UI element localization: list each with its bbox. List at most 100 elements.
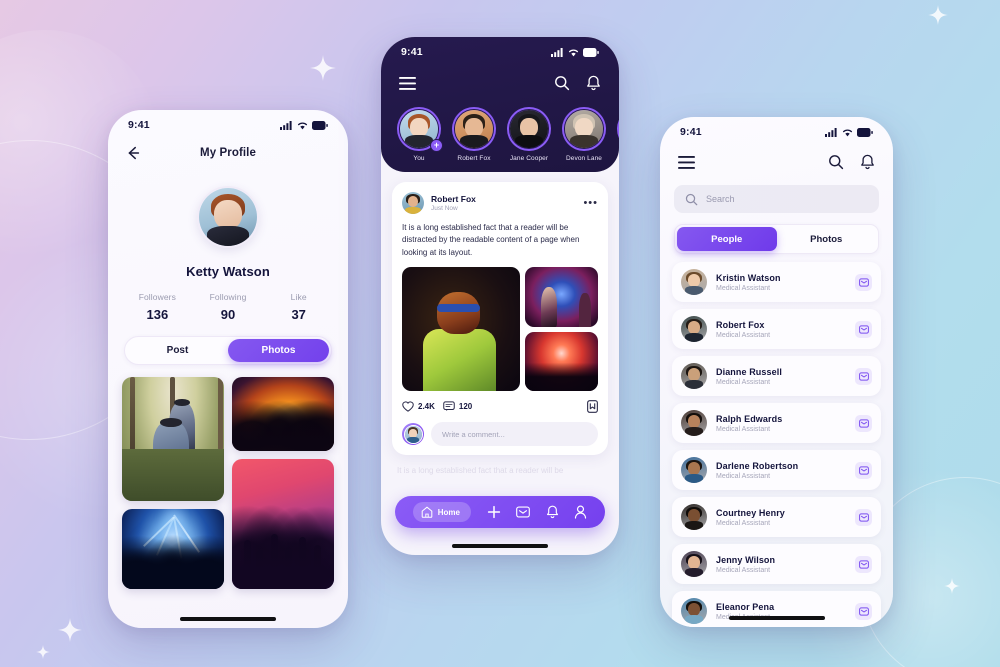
message-button[interactable] — [855, 602, 872, 620]
avatar[interactable] — [402, 192, 424, 214]
nav-item-notifications[interactable] — [546, 505, 559, 519]
feed-topbar — [381, 63, 619, 97]
sparkle-icon — [944, 578, 960, 594]
wifi-icon — [297, 122, 308, 129]
contact-name: Robert Fox — [716, 319, 765, 330]
comment-row: Write a comment... — [402, 422, 598, 447]
contact-row[interactable]: Robert Fox Medical Assistant — [672, 309, 881, 349]
contact-role: Medical Assistant — [716, 425, 771, 433]
contact-row[interactable]: Dianne Russell Medical Assistant — [672, 356, 881, 396]
feed-dark-header: 9:41 + You Robert Fox Jane Cooper Devon … — [381, 37, 619, 172]
story-avatar — [564, 109, 604, 149]
avatar — [681, 457, 707, 483]
tab-photos[interactable]: Photos — [228, 339, 329, 362]
story-name: Jane Cooper — [509, 155, 549, 162]
contact-info: Ralph Edwards Medical Assistant — [716, 414, 782, 433]
add-story-icon[interactable]: + — [430, 139, 443, 152]
like-button[interactable]: 2.4K — [402, 401, 435, 412]
nav-item-profile[interactable] — [574, 505, 587, 519]
contact-row[interactable]: Darlene Robertson Medical Assistant — [672, 450, 881, 490]
message-button[interactable] — [855, 461, 872, 479]
comment-button[interactable]: 120 — [443, 401, 472, 412]
post-image-lasers[interactable] — [525, 331, 598, 392]
sparkle-top-center — [310, 55, 336, 81]
photo-stage-blue[interactable] — [122, 509, 224, 589]
photo-forest-couple[interactable] — [122, 377, 224, 501]
search-icon[interactable] — [554, 75, 570, 91]
sparkle-top-right — [928, 5, 948, 25]
nav-item-add[interactable] — [487, 505, 501, 519]
contact-name: Dianne Russell — [716, 366, 782, 377]
contact-role: Medical Assistant — [716, 284, 771, 292]
nav-item-home[interactable]: Home — [412, 502, 471, 522]
bell-icon[interactable] — [586, 75, 601, 91]
stat-following: Following 90 — [193, 292, 264, 322]
photo-crowd-pink[interactable] — [232, 459, 334, 589]
story-item-you[interactable]: + You — [397, 107, 443, 162]
photo-concert-orange[interactable] — [232, 377, 334, 451]
search-input[interactable]: Search — [674, 185, 879, 213]
tab-photos[interactable]: Photos — [777, 227, 877, 251]
contact-row[interactable]: Ralph Edwards Medical Assistant — [672, 403, 881, 443]
status-bar: 9:41 — [660, 117, 893, 143]
post-author-block: Robert Fox Just Now — [431, 194, 476, 213]
search-screen: 9:41 Search People Photos Kristin Watson… — [660, 117, 893, 627]
back-arrow-icon[interactable] — [124, 144, 142, 162]
message-button[interactable] — [855, 414, 872, 432]
stat-value: 90 — [220, 307, 236, 322]
search-tabs: People Photos — [674, 224, 879, 254]
contact-row[interactable]: Eleanor PenaMedical Assistant — [672, 591, 881, 627]
message-button[interactable] — [855, 508, 872, 526]
post-image-singer[interactable] — [402, 267, 521, 392]
hamburger-menu-icon[interactable] — [399, 76, 416, 90]
sparkle-icon — [36, 645, 50, 659]
contact-row[interactable]: Kristin Watson Medical Assistant — [672, 262, 881, 302]
plus-icon — [487, 505, 500, 519]
signal-icon — [825, 127, 837, 137]
avatar[interactable] — [197, 186, 259, 248]
message-button[interactable] — [855, 320, 872, 338]
stat-label: Like — [290, 292, 307, 302]
stat-label: Following — [209, 292, 247, 302]
feed-phone: 9:41 + You Robert Fox Jane Cooper Devon … — [381, 37, 619, 555]
message-button[interactable] — [855, 367, 872, 385]
contact-row[interactable]: Courtney Henry Medical Assistant — [672, 497, 881, 537]
post-header: Robert Fox Just Now ••• — [402, 192, 598, 214]
comment-icon — [443, 401, 455, 412]
contact-info: Darlene Robertson Medical Assistant — [716, 461, 798, 480]
sparkle-icon — [928, 5, 948, 25]
story-item-robert-fox[interactable]: Robert Fox — [452, 107, 496, 162]
avatar — [681, 269, 707, 295]
envelope-icon — [858, 371, 869, 381]
post-image-girls[interactable] — [525, 267, 598, 327]
post-card: Robert Fox Just Now ••• It is a long est… — [392, 182, 608, 456]
contact-name: Kristin Watson — [716, 272, 781, 283]
more-options-icon[interactable]: ••• — [583, 198, 598, 209]
nav-item-messages[interactable] — [516, 506, 530, 518]
tab-post[interactable]: Post — [127, 339, 228, 362]
bookmark-icon[interactable] — [587, 400, 598, 413]
search-topbar — [660, 143, 893, 175]
avatar[interactable] — [402, 423, 424, 446]
story-item-partial[interactable] — [617, 107, 619, 162]
contact-info: Jenny Wilson Medical Assistant — [716, 555, 775, 574]
post-author: Robert Fox — [431, 193, 476, 204]
tab-people[interactable]: People — [677, 227, 777, 251]
search-icon[interactable] — [828, 154, 844, 170]
contact-role: Medical Assistant — [716, 378, 771, 386]
message-button[interactable] — [855, 555, 872, 573]
hamburger-menu-icon[interactable] — [678, 155, 695, 169]
comment-input[interactable]: Write a comment... — [431, 422, 598, 447]
status-icons — [551, 47, 599, 57]
contact-row[interactable]: Jenny Wilson Medical Assistant — [672, 544, 881, 584]
story-item-devon-lane[interactable]: Devon Lane — [562, 107, 606, 162]
home-indicator — [728, 616, 825, 620]
bell-icon[interactable] — [860, 154, 875, 170]
story-item-jane-cooper[interactable]: Jane Cooper — [507, 107, 551, 162]
stories-row: + You Robert Fox Jane Cooper Devon Lane — [381, 97, 619, 162]
post-image-collage — [402, 267, 598, 392]
contact-info: Robert Fox Medical Assistant — [716, 320, 770, 339]
profile-header: My Profile — [108, 136, 348, 170]
message-button[interactable] — [855, 273, 872, 291]
envelope-icon — [858, 559, 869, 569]
